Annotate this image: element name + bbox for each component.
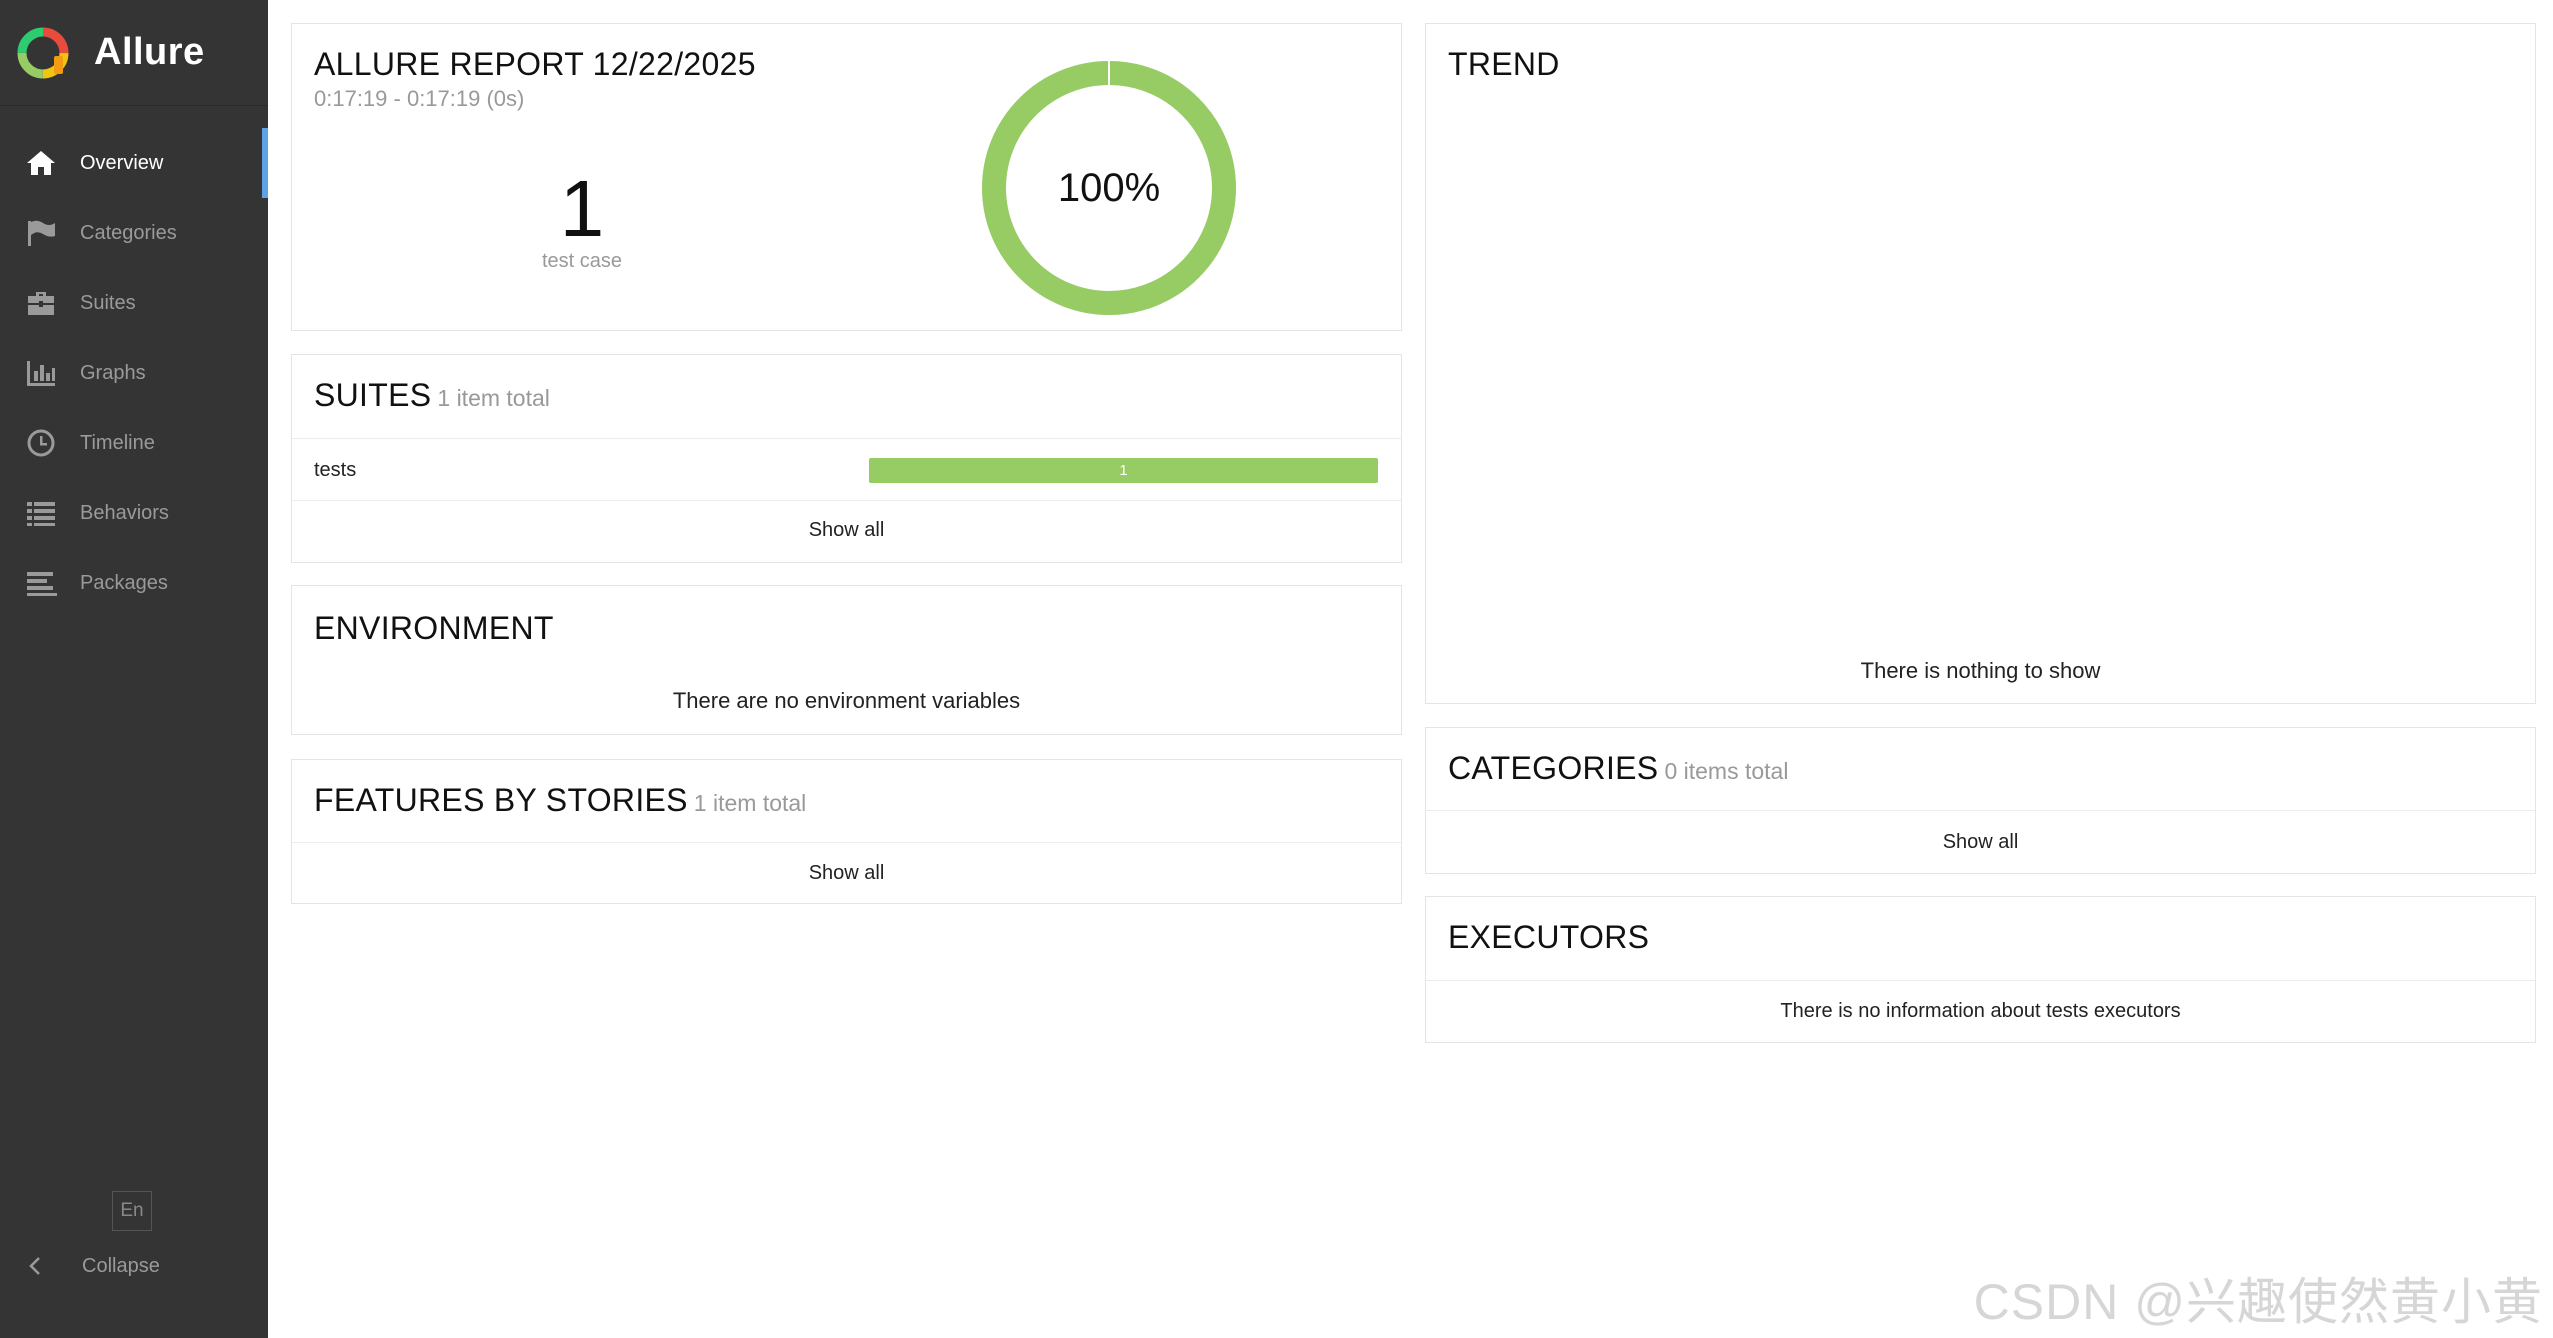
trend-widget: TREND There is nothing to show (1425, 23, 2536, 704)
sidebar-item-graphs[interactable]: Graphs (0, 338, 268, 408)
divider (1426, 980, 2535, 981)
test-case-count-label: test case (541, 250, 623, 272)
brand-name: Allure (94, 31, 205, 73)
trend-empty-text: There is nothing to show (1860, 658, 2101, 683)
briefcase-icon (24, 288, 58, 318)
categories-show-all-link[interactable]: Show all (1426, 831, 2535, 854)
sidebar-nav: Overview Categories Suites Graphs Timeli… (0, 128, 268, 618)
sidebar-item-label: Suites (80, 291, 136, 314)
environment-widget: ENVIRONMENT There are no environment var… (291, 585, 1402, 735)
features-title: FEATURES BY STORIES (314, 782, 688, 818)
features-show-all-link[interactable]: Show all (292, 862, 1401, 885)
sidebar-item-timeline[interactable]: Timeline (0, 408, 268, 478)
sidebar: Allure Overview Categories Suites Graphs (0, 0, 268, 1338)
categories-widget: CATEGORIES 0 items total Show all (1425, 727, 2536, 874)
suites-show-all-link[interactable]: Show all (292, 519, 1401, 542)
suites-count: 1 item total (437, 385, 550, 411)
sidebar-item-categories[interactable]: Categories (0, 198, 268, 268)
sidebar-item-overview[interactable]: Overview (0, 128, 268, 198)
report-title: ALLURE REPORT 12/22/2025 (314, 46, 756, 82)
sidebar-item-label: Behaviors (80, 501, 169, 524)
align-left-icon (24, 568, 58, 598)
categories-title: CATEGORIES (1448, 750, 1659, 786)
list-icon (24, 498, 58, 528)
home-icon (24, 148, 58, 178)
executors-widget: EXECUTORS There is no information about … (1425, 896, 2536, 1043)
suite-passed-bar[interactable]: 1 (869, 458, 1378, 483)
summary-widget: ALLURE REPORT 12/22/2025 0:17:19 - 0:17:… (291, 23, 1402, 331)
sidebar-item-label: Timeline (80, 431, 155, 454)
brand[interactable]: Allure (0, 0, 268, 106)
allure-logo-icon (17, 27, 69, 78)
watermark: CSDN @兴趣使然黄小黄 (1973, 1274, 2543, 1330)
chevron-left-icon (28, 1256, 42, 1276)
report-time-range: 0:17:19 - 0:17:19 (0s) (314, 86, 525, 111)
features-header: FEATURES BY STORIES 1 item total (314, 782, 806, 819)
divider (1426, 810, 2535, 811)
divider (292, 842, 1401, 843)
categories-count: 0 items total (1664, 758, 1789, 784)
collapse-button[interactable]: Collapse (0, 1246, 268, 1286)
environment-empty-text: There are no environment variables (672, 688, 1021, 713)
features-count: 1 item total (693, 790, 807, 816)
suites-widget: SUITES 1 item total tests 1 Show all (291, 354, 1402, 563)
sidebar-item-label: Overview (80, 151, 164, 174)
flag-icon (24, 218, 58, 248)
sidebar-item-label: Categories (80, 221, 177, 244)
executors-title: EXECUTORS (1448, 919, 1650, 955)
suites-header: SUITES 1 item total (314, 377, 550, 414)
environment-title: ENVIRONMENT (314, 610, 554, 646)
language-toggle-button[interactable]: En (112, 1191, 152, 1231)
sidebar-item-suites[interactable]: Suites (0, 268, 268, 338)
features-widget: FEATURES BY STORIES 1 item total Show all (291, 759, 1402, 904)
suite-row-name[interactable]: tests (314, 459, 356, 482)
divider (292, 438, 1401, 439)
collapse-label: Collapse (82, 1254, 160, 1277)
executors-empty-text: There is no information about tests exec… (1780, 1000, 2181, 1022)
sidebar-item-packages[interactable]: Packages (0, 548, 268, 618)
sidebar-item-behaviors[interactable]: Behaviors (0, 478, 268, 548)
divider (292, 500, 1401, 501)
test-case-count: 1 (559, 164, 605, 253)
categories-header: CATEGORIES 0 items total (1448, 750, 1788, 787)
sidebar-item-label: Graphs (80, 361, 146, 384)
trend-title: TREND (1448, 46, 1560, 82)
bar-chart-icon (24, 358, 58, 388)
suites-title: SUITES (314, 377, 432, 413)
clock-icon (24, 428, 58, 458)
sidebar-item-label: Packages (80, 571, 168, 594)
success-rate-label: 100% (1057, 165, 1161, 210)
